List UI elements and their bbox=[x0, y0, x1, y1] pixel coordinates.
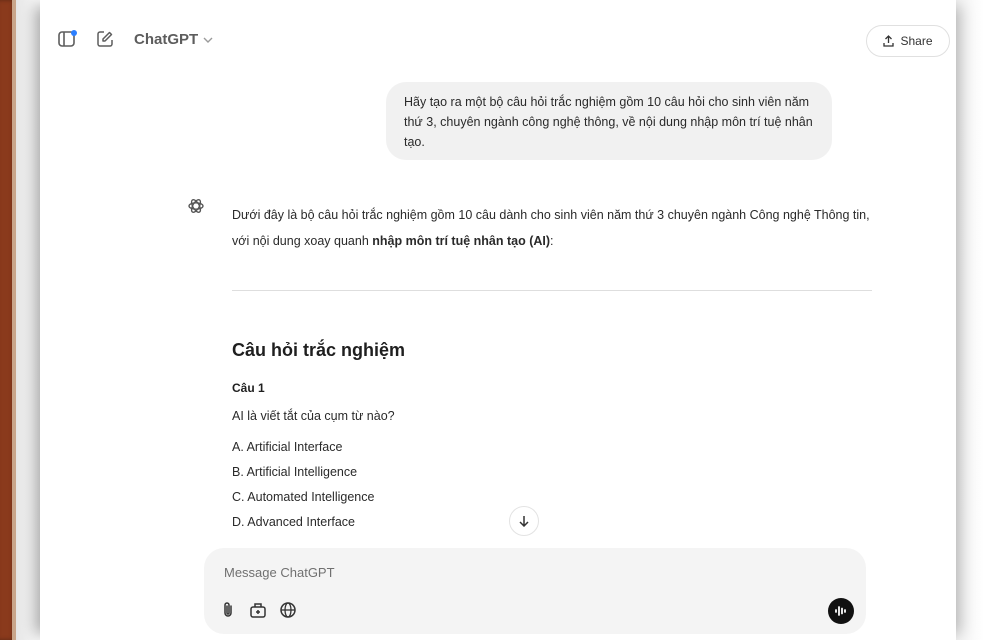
share-label: Share bbox=[900, 34, 933, 48]
share-icon bbox=[883, 35, 895, 47]
window-shadow-right bbox=[956, 0, 984, 640]
question-text: AI là viết tắt của cụm từ nào? bbox=[232, 409, 395, 423]
message-input[interactable] bbox=[222, 560, 786, 584]
divider bbox=[232, 290, 872, 291]
user-message-text: Hãy tạo ra một bộ câu hỏi trắc nghiệm gồ… bbox=[404, 95, 813, 149]
section-title: Câu hỏi trắc nghiệm bbox=[232, 340, 406, 360]
answer-option: A. Artificial Interface bbox=[232, 440, 343, 454]
answer-option: C. Automated Intelligence bbox=[232, 490, 375, 504]
voice-mode-button[interactable] bbox=[828, 598, 854, 624]
top-bar: ChatGPT Share bbox=[40, 0, 956, 78]
question-label: Câu 1 bbox=[232, 381, 265, 395]
paperclip-icon[interactable] bbox=[218, 600, 238, 620]
chevron-down-icon bbox=[203, 37, 213, 43]
intro-bold-text: nhập môn trí tuệ nhân tạo (AI) bbox=[372, 234, 551, 248]
window-shadow-left bbox=[16, 0, 40, 640]
arrow-down-icon bbox=[519, 516, 529, 527]
intro-suffix: : bbox=[550, 234, 554, 248]
model-selector[interactable]: ChatGPT bbox=[134, 31, 213, 48]
share-button[interactable]: Share bbox=[866, 25, 950, 57]
photo-frame-edge bbox=[0, 0, 16, 640]
chat-window: ChatGPT Share Hãy tạo ra một bộ câu hỏi … bbox=[40, 0, 956, 640]
edit-icon[interactable] bbox=[96, 30, 114, 48]
openai-logo-icon bbox=[186, 196, 206, 216]
answer-option: B. Artificial Intelligence bbox=[232, 465, 358, 479]
message-composer bbox=[204, 548, 866, 634]
answer-option: D. Advanced Interface bbox=[232, 515, 355, 529]
globe-icon[interactable] bbox=[278, 600, 298, 620]
user-message: Hãy tạo ra một bộ câu hỏi trắc nghiệm gồ… bbox=[386, 82, 832, 160]
sidebar-toggle-icon[interactable] bbox=[58, 30, 78, 48]
model-name-label: ChatGPT bbox=[134, 31, 199, 48]
assistant-intro: Dưới đây là bộ câu hỏi trắc nghiệm gồm 1… bbox=[232, 202, 872, 254]
scroll-to-bottom-button[interactable] bbox=[509, 506, 539, 536]
voice-mode-icon bbox=[835, 606, 846, 616]
answer-options: A. Artificial Interface B. Artificial In… bbox=[232, 435, 374, 535]
tools-icon[interactable] bbox=[248, 600, 268, 620]
